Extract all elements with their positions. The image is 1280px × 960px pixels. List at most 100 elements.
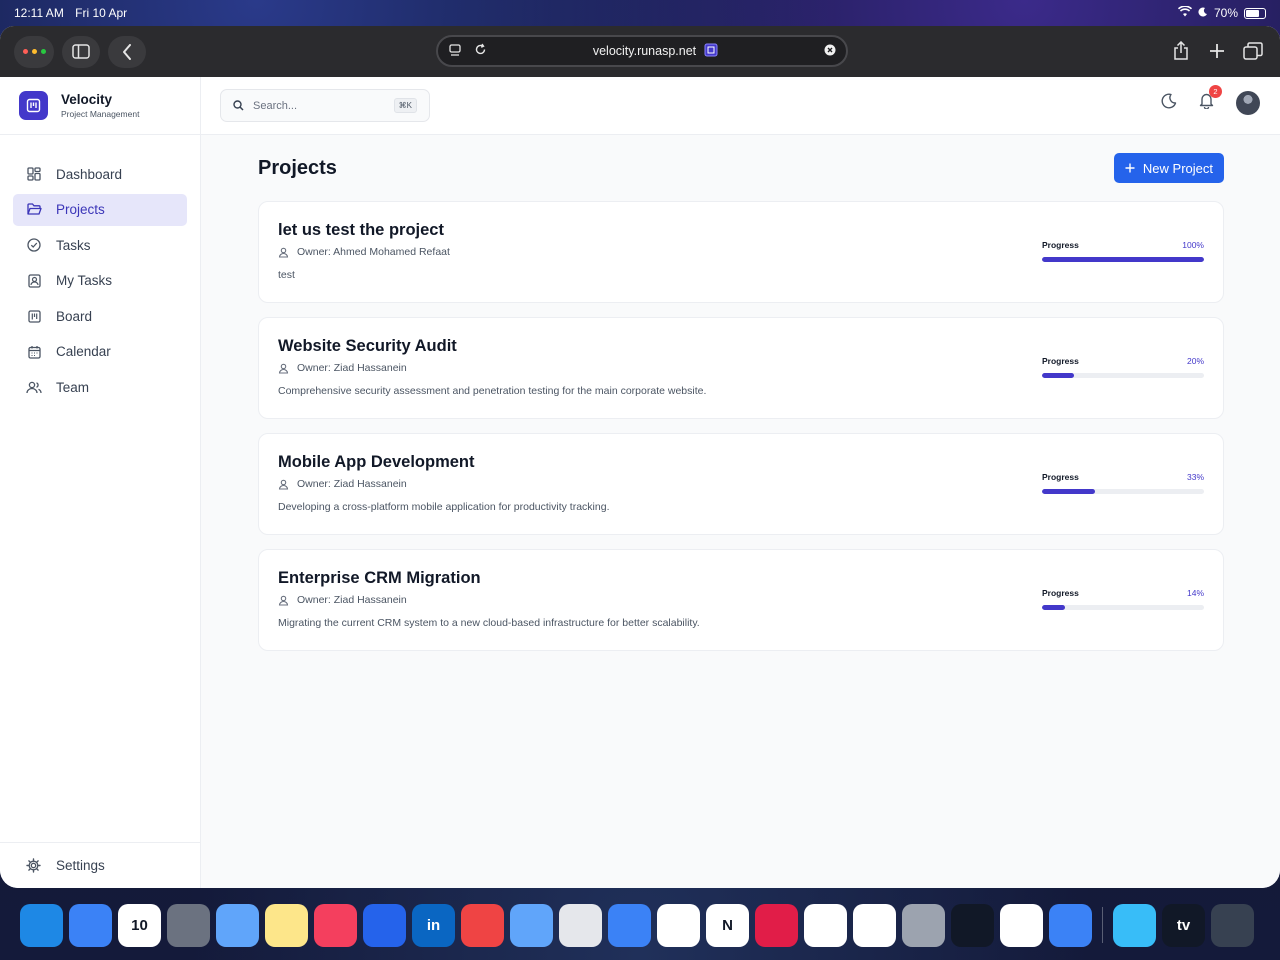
project-card[interactable]: Website Security Audit Owner: Ziad Hassa… (258, 317, 1224, 419)
progress-track (1042, 373, 1204, 378)
dock-separator (1102, 907, 1103, 943)
project-title[interactable]: Mobile App Development (278, 453, 1204, 472)
app-root: Velocity Project Management Dashboard Pr… (0, 77, 1280, 888)
project-owner-text: Owner: Ziad Hassanein (297, 478, 407, 490)
calculator-icon[interactable] (167, 903, 210, 947)
sidebar-item-calendar[interactable]: Calendar (13, 336, 187, 368)
page-menu-icon[interactable] (448, 43, 462, 60)
reload-icon[interactable] (474, 43, 487, 59)
notion-icon[interactable]: N (706, 903, 749, 947)
back-icon[interactable] (108, 35, 146, 68)
users-icon (26, 379, 42, 395)
project-card[interactable]: Enterprise CRM Migration Owner: Ziad Has… (258, 549, 1224, 651)
sidebar-item-tasks[interactable]: Tasks (13, 229, 187, 261)
main-area: Search... ⌘K 2 Projects New Project let … (201, 77, 1280, 888)
chatgpt-icon[interactable] (657, 903, 700, 947)
sidebar-item-label: Calendar (56, 344, 111, 359)
page-header: Projects New Project (258, 135, 1224, 201)
url-text[interactable]: velocity.runasp.net (593, 44, 696, 58)
mail-icon[interactable] (69, 903, 112, 947)
notes-icon[interactable] (265, 903, 308, 947)
project-description: Migrating the current CRM system to a ne… (278, 617, 700, 629)
search-shortcut: ⌘K (393, 98, 417, 113)
user-icon (278, 363, 290, 374)
sidebar-item-my-tasks[interactable]: My Tasks (13, 265, 187, 297)
project-title[interactable]: let us test the project (278, 221, 1204, 240)
progress-bar (1042, 257, 1204, 262)
progress-label: Progress (1042, 356, 1079, 366)
project-list: let us test the project Owner: Ahmed Moh… (258, 201, 1224, 651)
battery-icon (1244, 7, 1266, 19)
moon-status-icon (1198, 6, 1208, 20)
sidebar-item-board[interactable]: Board (13, 300, 187, 332)
project-title[interactable]: Enterprise CRM Migration (278, 569, 1204, 588)
project-title[interactable]: Website Security Audit (278, 337, 1204, 356)
sidebar-item-label: Team (56, 379, 90, 395)
sidebar-item-team[interactable]: Team (13, 371, 187, 403)
sidebar-item-label: Projects (56, 202, 105, 217)
new-tab-icon[interactable] (1204, 35, 1230, 67)
browser-window: velocity.runasp.net Velocity Project Man… (0, 26, 1280, 888)
sidebar-item-projects[interactable]: Projects (13, 193, 187, 226)
search-input[interactable]: Search... ⌘K (220, 89, 430, 122)
brand-subtitle: Project Management (61, 109, 140, 119)
share-icon[interactable] (1168, 35, 1194, 67)
project-card[interactable]: let us test the project Owner: Ahmed Moh… (258, 201, 1224, 303)
notification-badge: 2 (1209, 85, 1222, 98)
music-icon[interactable] (314, 903, 357, 947)
board-icon (26, 308, 42, 324)
calendar-icon (26, 344, 42, 360)
status-bar: 12:11 AM Fri 10 Apr 70% (0, 0, 1280, 26)
progress-value: 20% (1186, 356, 1204, 366)
freeform-icon[interactable] (559, 903, 602, 947)
sidebar-item-settings[interactable]: Settings (0, 842, 200, 888)
files-icon[interactable] (1049, 903, 1092, 947)
pinterest-icon[interactable] (755, 903, 798, 947)
notifications-button[interactable]: 2 (1199, 85, 1222, 114)
project-description: Comprehensive security assessment and pe… (278, 385, 707, 397)
linkedin-icon[interactable]: in (412, 903, 455, 947)
figma-icon[interactable] (853, 903, 896, 947)
avatar[interactable] (1236, 91, 1260, 115)
dock: 10 in Ntv (12, 893, 1268, 957)
camera-icon[interactable] (951, 903, 994, 947)
google-translate-icon[interactable] (608, 903, 651, 947)
grid-icon (26, 166, 42, 182)
address-bar[interactable]: velocity.runasp.net (436, 35, 848, 67)
brand[interactable]: Velocity Project Management (0, 77, 200, 135)
project-card[interactable]: Mobile App Development Owner: Ziad Hassa… (258, 433, 1224, 535)
project-owner-text: Owner: Ziad Hassanein (297, 362, 407, 374)
system-settings-icon[interactable] (902, 903, 945, 947)
clear-url-icon[interactable] (824, 44, 836, 59)
project-progress: Progress 14% (1042, 588, 1204, 610)
progress-label: Progress (1042, 588, 1079, 598)
gear-icon (26, 857, 42, 874)
sidebar-toggle-icon[interactable] (62, 35, 100, 68)
new-project-button[interactable]: New Project (1113, 153, 1224, 183)
apple-tv-icon[interactable]: tv (1162, 903, 1205, 947)
folder-icon (26, 202, 42, 218)
progress-track (1042, 605, 1204, 610)
safari-icon[interactable] (20, 903, 63, 947)
content: Projects New Project let us test the pro… (201, 135, 1280, 651)
app-library-icon[interactable] (1211, 903, 1254, 947)
tabs-overview-icon[interactable] (1240, 35, 1266, 67)
photos-icon[interactable] (1000, 903, 1043, 947)
youtube-icon[interactable] (461, 903, 504, 947)
sidebar-item-label: Dashboard (56, 166, 123, 182)
database-icon[interactable] (216, 903, 259, 947)
window-controls[interactable] (14, 35, 54, 68)
project-progress: Progress 20% (1042, 356, 1204, 378)
sidebar-item-label: Tasks (56, 237, 91, 253)
translate-icon[interactable] (510, 903, 553, 947)
sidebar-item-dashboard[interactable]: Dashboard (13, 158, 187, 190)
moon-icon[interactable] (1161, 93, 1177, 114)
app-store-icon[interactable] (363, 903, 406, 947)
telegram-icon[interactable] (1113, 903, 1156, 947)
sidebar: Velocity Project Management Dashboard Pr… (0, 77, 201, 888)
calendar-app-icon[interactable]: 10 (118, 903, 161, 947)
progress-label: Progress (1042, 240, 1079, 250)
slack-icon[interactable] (804, 903, 847, 947)
site-favicon-icon (704, 43, 718, 60)
wifi-icon (1177, 5, 1193, 20)
